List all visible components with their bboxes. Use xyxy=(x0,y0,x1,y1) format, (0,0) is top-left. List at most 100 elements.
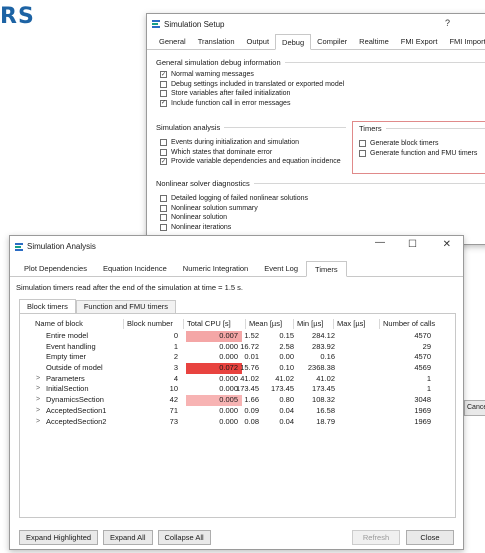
tab-equation-incidence[interactable]: Equation Incidence xyxy=(95,262,175,276)
table-row[interactable]: Empty timer 2 0.000 0.01 0.00 0.16 4570 xyxy=(20,352,455,363)
column-header-max[interactable]: Max [µs] xyxy=(337,318,366,330)
checkbox[interactable] xyxy=(160,195,167,203)
checkbox-row[interactable]: ✓ Provide variable dependencies and equat… xyxy=(160,157,346,167)
minimize-icon[interactable]: — xyxy=(375,237,385,248)
timers-info-text: Simulation timers read after the end of … xyxy=(16,283,243,292)
close-button[interactable]: Close xyxy=(406,530,454,545)
number-of-calls: 4570 xyxy=(414,352,431,362)
checkbox-row[interactable]: Which states that dominate error xyxy=(160,148,346,158)
dialog-actions: Refresh Close xyxy=(352,530,454,545)
number-of-calls: 29 xyxy=(422,341,431,351)
checkbox[interactable]: ✓ xyxy=(160,158,167,166)
column-header-min[interactable]: Min [µs] xyxy=(297,318,323,330)
checkbox[interactable] xyxy=(160,90,167,98)
close-icon[interactable]: ✕ xyxy=(443,239,451,250)
tab-event-log[interactable]: Event Log xyxy=(256,262,306,276)
checkbox-row[interactable]: Generate function and FMU timers xyxy=(359,149,485,159)
tab-translation[interactable]: Translation xyxy=(192,35,241,49)
block-name: Parameters xyxy=(46,373,85,383)
help-icon[interactable]: ? xyxy=(445,18,450,28)
checkbox-row[interactable]: Store variables after failed initializat… xyxy=(160,89,485,99)
table-row[interactable]: > DynamicsSection 42 0.005 1.66 0.80 108.32 304… xyxy=(20,395,455,406)
checkbox[interactable]: ✓ xyxy=(160,99,167,107)
checkbox-row[interactable]: ✓ Normal warning messages xyxy=(160,70,485,80)
max-time: 284.12 xyxy=(312,331,335,340)
table-row[interactable]: > Parameters 4 0.000 41.02 41.02 41.02 1 xyxy=(20,374,455,385)
expand-arrow-icon[interactable]: > xyxy=(36,374,40,385)
tab-output[interactable]: Output xyxy=(241,35,276,49)
group-title: Timers xyxy=(359,124,485,133)
checkbox-label: Nonlinear solution xyxy=(171,214,228,222)
checkbox-row[interactable]: Generate block timers xyxy=(359,139,485,149)
checkbox[interactable] xyxy=(160,214,167,222)
min-time: 0.00 xyxy=(279,352,294,362)
expand-arrow-icon[interactable]: > xyxy=(36,395,40,406)
checkbox-row[interactable]: Events during initialization and simulat… xyxy=(160,138,346,148)
checkbox-label: Provide variable dependencies and equati… xyxy=(171,158,341,166)
group-title: General simulation debug information xyxy=(156,58,485,67)
checkbox-row[interactable]: Nonlinear solution xyxy=(160,213,485,223)
table-row[interactable]: > AcceptedSection1 71 0.000 0.09 0.04 16.58 196… xyxy=(20,406,455,417)
mean-time: 15.76 xyxy=(240,363,259,373)
tab-timers[interactable]: Timers xyxy=(306,261,347,277)
block-number: 10 xyxy=(169,384,178,394)
max-time: 41.02 xyxy=(316,373,335,383)
expand-all-button[interactable]: Expand All xyxy=(103,530,153,545)
timers-subtab-bar: Block timers Function and FMU timers xyxy=(19,298,177,314)
tab-fmi-import[interactable]: FMI Import xyxy=(443,35,485,49)
checkbox[interactable] xyxy=(160,223,167,231)
tab-general[interactable]: General xyxy=(153,35,192,49)
checkbox-row[interactable]: Debug settings included in translated or… xyxy=(160,80,485,90)
column-header-number[interactable]: Block number xyxy=(127,318,173,330)
setup-cancel-button[interactable]: Cance xyxy=(464,400,485,416)
expand-arrow-icon[interactable]: > xyxy=(36,417,40,428)
tab-realtime[interactable]: Realtime xyxy=(353,35,395,49)
timers-group: Timers Generate block timers Generate fun… xyxy=(352,121,485,174)
expand-arrow-icon[interactable]: > xyxy=(36,406,40,417)
column-header-name[interactable]: Name of block xyxy=(35,318,83,330)
max-time: 108.32 xyxy=(312,395,335,405)
table-row[interactable]: Event handling 1 0.000 16.72 2.58 283.92 29 xyxy=(20,342,455,353)
table-row[interactable]: Entire model 0 0.007 1.52 0.15 284.12 4570 xyxy=(20,331,455,342)
tab-compiler[interactable]: Compiler xyxy=(311,35,353,49)
checkbox-label: Store variables after failed initializat… xyxy=(171,90,291,98)
checkbox-row[interactable]: Nonlinear iterations xyxy=(160,223,485,233)
tab-numeric-integration[interactable]: Numeric Integration xyxy=(175,262,256,276)
checkbox[interactable] xyxy=(359,140,366,148)
table-row[interactable]: Outside of model 3 0.072 15.76 0.10 2368.38 45… xyxy=(20,363,455,374)
checkbox[interactable] xyxy=(160,139,167,147)
checkbox-label: Include function call in error messages xyxy=(171,99,291,107)
checkbox[interactable] xyxy=(359,149,366,157)
expand-highlighted-button[interactable]: Expand Highlighted xyxy=(19,530,99,545)
subtab-block-timers[interactable]: Block timers xyxy=(19,299,76,314)
tab-fmi-export[interactable]: FMI Export xyxy=(395,35,444,49)
table-row[interactable]: > InitialSection 10 0.000 173.45 173.45 173.45… xyxy=(20,384,455,395)
min-time: 0.04 xyxy=(279,416,294,426)
tab-plot-dependencies[interactable]: Plot Dependencies xyxy=(16,262,95,276)
column-header-calls[interactable]: Number of calls xyxy=(383,318,435,330)
refresh-button[interactable]: Refresh xyxy=(352,530,400,545)
collapse-all-button[interactable]: Collapse All xyxy=(157,530,211,545)
expand-arrow-icon[interactable]: > xyxy=(36,384,40,395)
setup-tab-bar: General Translation Output Debug Compiler Rea… xyxy=(147,34,485,50)
bottom-button-bar: Expand Highlighted Expand All Collapse A… xyxy=(19,530,211,545)
checkbox-row[interactable]: Nonlinear solution summary xyxy=(160,204,485,214)
table-row[interactable]: > AcceptedSection2 73 0.000 0.08 0.04 18.79 196… xyxy=(20,417,455,428)
number-of-calls: 4570 xyxy=(414,331,431,340)
checkbox-row[interactable]: ✓ Include function call in error messages xyxy=(160,99,485,109)
block-name: Empty timer xyxy=(46,352,87,362)
subtab-function-and-fmu-timers[interactable]: Function and FMU timers xyxy=(75,300,177,313)
checkbox[interactable] xyxy=(160,204,167,212)
column-header-cpu[interactable]: Total CPU [s] xyxy=(187,318,231,330)
maximize-icon[interactable]: ☐ xyxy=(408,239,417,250)
checkbox[interactable] xyxy=(160,148,167,156)
checkbox-label: Generate function and FMU timers xyxy=(370,149,478,157)
analysis-titlebar: Simulation Analysis — ☐ ✕ xyxy=(10,236,463,257)
tab-debug[interactable]: Debug xyxy=(275,34,312,50)
checkbox[interactable] xyxy=(160,80,167,88)
block-number: 71 xyxy=(169,405,178,415)
checkbox[interactable]: ✓ xyxy=(160,71,167,79)
checkbox-row[interactable]: Detailed logging of failed nonlinear sol… xyxy=(160,194,485,204)
column-header-mean[interactable]: Mean [µs] xyxy=(249,318,282,330)
mean-time: 173.45 xyxy=(236,384,259,394)
